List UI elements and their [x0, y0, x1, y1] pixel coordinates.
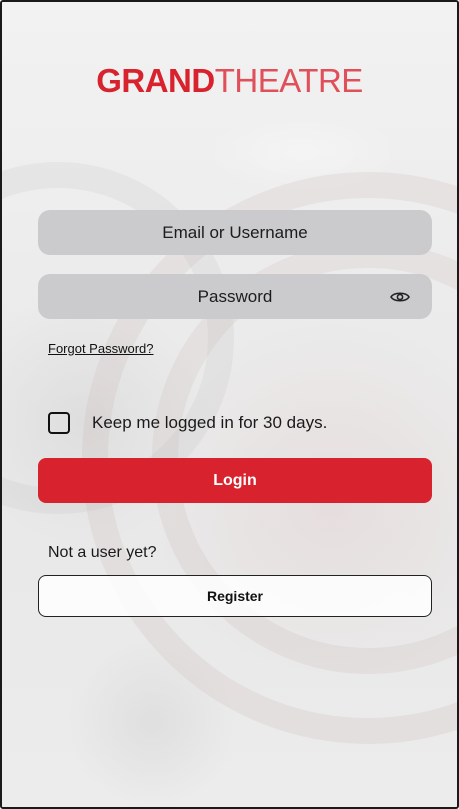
keep-logged-in-label: Keep me logged in for 30 days.	[92, 413, 328, 432]
password-placeholder: Password	[197, 286, 273, 306]
forgot-password-link[interactable]: Forgot Password?	[48, 341, 154, 356]
login-screen: GRANDTHEATRE Email or Username Password …	[0, 0, 459, 809]
not-a-user-text: Not a user yet?	[48, 544, 157, 561]
brand-logo-strong: GRAND	[96, 62, 215, 99]
brand-logo-light: THEATRE	[214, 62, 364, 99]
password-field[interactable]: Password	[38, 274, 432, 319]
background-image	[2, 2, 457, 807]
login-button[interactable]: Login	[38, 458, 432, 503]
email-field[interactable]: Email or Username	[38, 210, 432, 255]
keep-logged-in[interactable]: Keep me logged in for 30 days.	[48, 412, 327, 434]
email-placeholder: Email or Username	[162, 222, 308, 242]
brand-logo: GRANDTHEATRE	[2, 64, 457, 97]
keep-logged-in-checkbox[interactable]	[48, 412, 70, 434]
register-button[interactable]: Register	[38, 575, 432, 617]
eye-icon[interactable]	[390, 290, 410, 304]
